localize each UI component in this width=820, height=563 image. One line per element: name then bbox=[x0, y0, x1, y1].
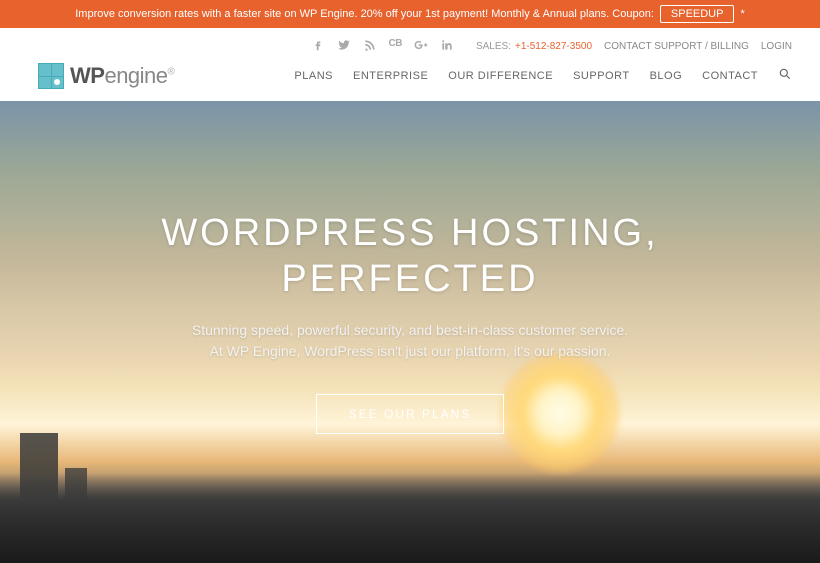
nav-contact[interactable]: CONTACT bbox=[702, 70, 758, 82]
hero: WORDPRESS HOSTING, PERFECTED Stunning sp… bbox=[0, 101, 820, 563]
nav-support[interactable]: SUPPORT bbox=[573, 70, 629, 82]
rss-icon[interactable] bbox=[363, 38, 377, 55]
sales-label: SALES: bbox=[476, 41, 511, 52]
mainbar: WPengine® PLANS ENTERPRISE OUR DIFFERENC… bbox=[38, 63, 792, 89]
coupon-button[interactable]: SPEEDUP bbox=[660, 5, 735, 23]
hero-title: WORDPRESS HOSTING, PERFECTED bbox=[161, 211, 658, 302]
nav-plans[interactable]: PLANS bbox=[294, 70, 333, 82]
logo-text: WPengine® bbox=[70, 63, 174, 89]
promo-asterisk: * bbox=[740, 8, 744, 20]
see-plans-button[interactable]: SEE OUR PLANS bbox=[316, 394, 505, 434]
nav-enterprise[interactable]: ENTERPRISE bbox=[353, 70, 428, 82]
facebook-icon[interactable] bbox=[311, 38, 325, 55]
logo-mark-icon bbox=[38, 63, 64, 89]
googleplus-icon[interactable] bbox=[414, 38, 428, 55]
header: CB SALES: +1-512-827-3500 CONTACT SUPPOR… bbox=[0, 28, 820, 101]
login-link[interactable]: LOGIN bbox=[761, 41, 792, 52]
topbar: CB SALES: +1-512-827-3500 CONTACT SUPPOR… bbox=[38, 38, 792, 55]
promo-text: Improve conversion rates with a faster s… bbox=[75, 8, 654, 20]
main-nav: PLANS ENTERPRISE OUR DIFFERENCE SUPPORT … bbox=[294, 67, 792, 86]
linkedin-icon[interactable] bbox=[440, 38, 454, 55]
skyline bbox=[0, 473, 820, 563]
social-icons: CB bbox=[311, 38, 454, 55]
promo-bar: Improve conversion rates with a faster s… bbox=[0, 0, 820, 28]
logo[interactable]: WPengine® bbox=[38, 63, 174, 89]
sales-phone[interactable]: +1-512-827-3500 bbox=[515, 41, 592, 52]
search-icon[interactable] bbox=[778, 67, 792, 86]
hero-subtitle: Stunning speed, powerful security, and b… bbox=[192, 320, 628, 362]
crunchbase-icon[interactable]: CB bbox=[389, 38, 402, 55]
sales-contact: SALES: +1-512-827-3500 bbox=[476, 41, 592, 52]
nav-blog[interactable]: BLOG bbox=[650, 70, 683, 82]
nav-our-difference[interactable]: OUR DIFFERENCE bbox=[448, 70, 553, 82]
support-link[interactable]: CONTACT SUPPORT / BILLING bbox=[604, 41, 749, 52]
twitter-icon[interactable] bbox=[337, 38, 351, 55]
